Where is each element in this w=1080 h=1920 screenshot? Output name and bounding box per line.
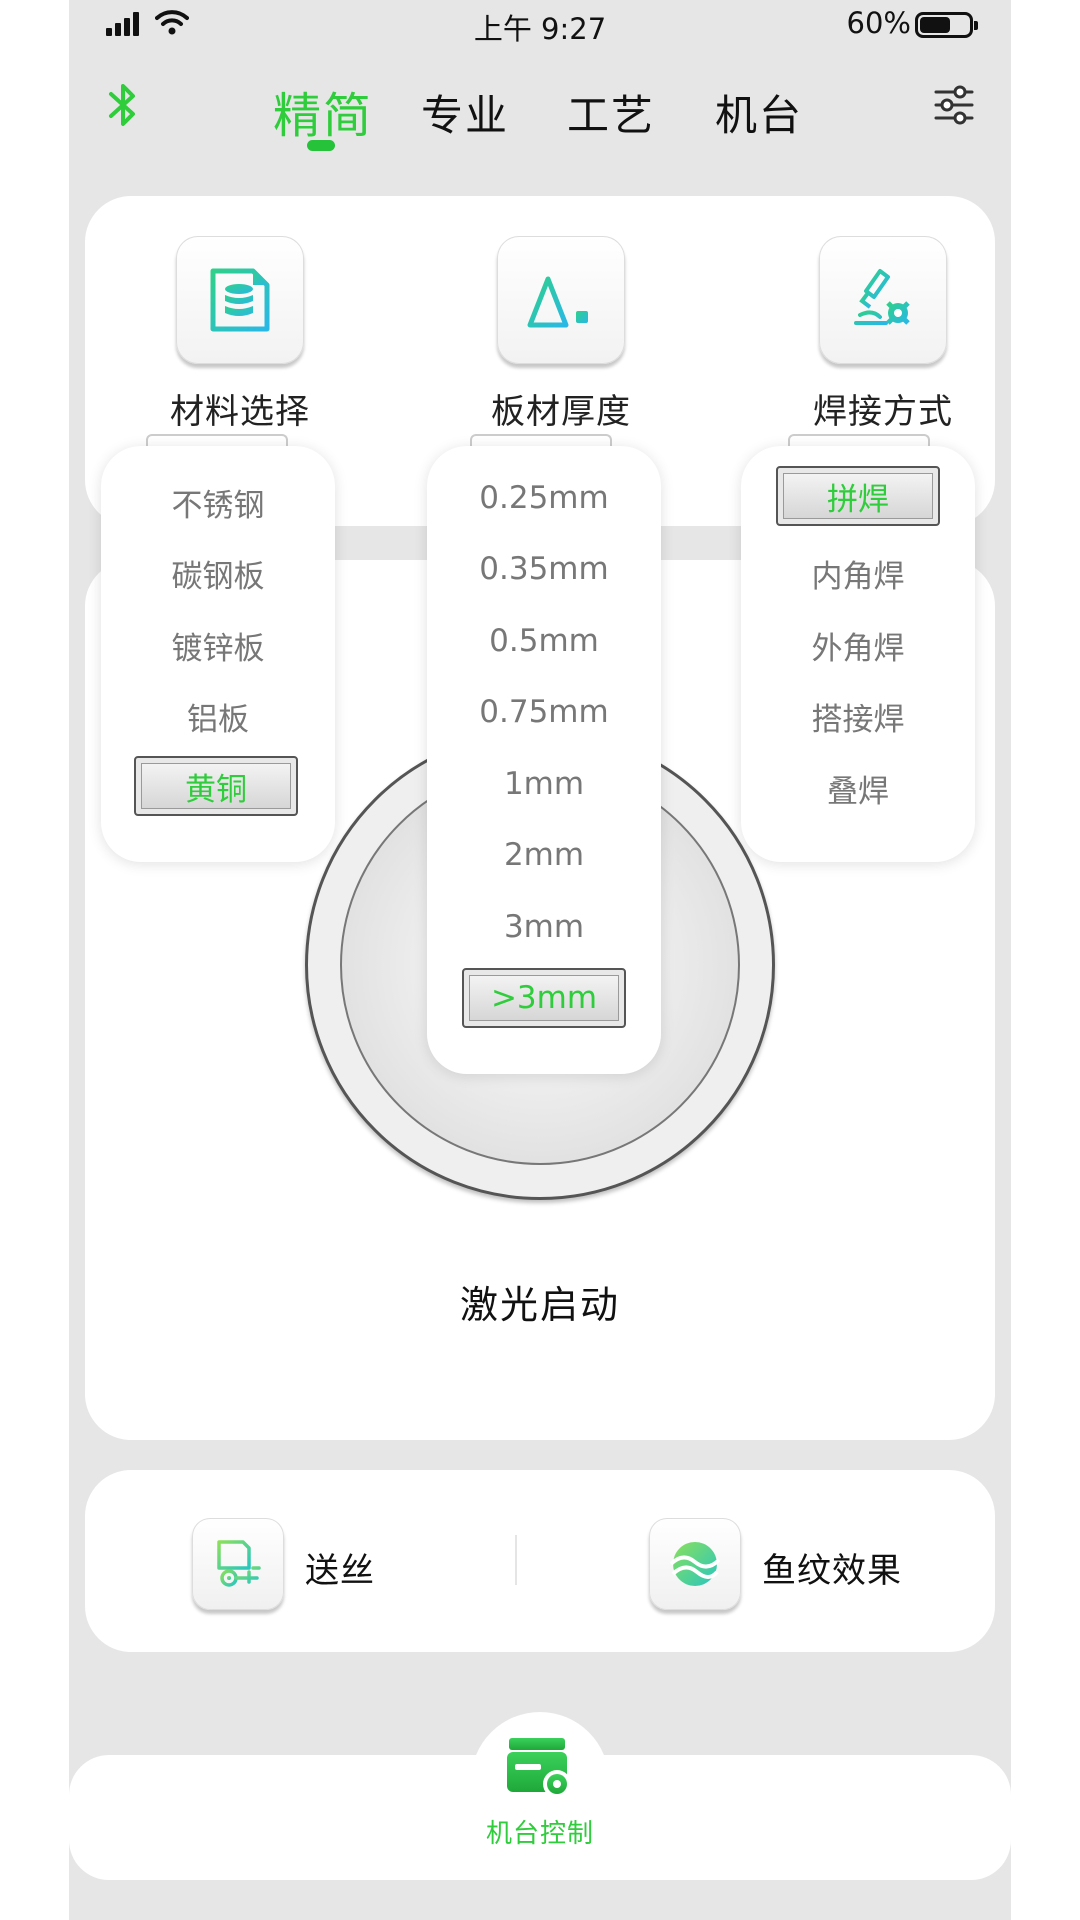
tab-simple[interactable]: 精简 (273, 76, 373, 146)
weld-option[interactable]: 外角焊 (741, 623, 975, 668)
thickness-option[interactable]: 0.5mm (427, 623, 661, 659)
weld-mode-select-button[interactable] (819, 236, 947, 364)
tab-machine[interactable]: 机台 (715, 82, 803, 143)
thickness-option[interactable]: 2mm (427, 837, 661, 873)
wire-feed-label: 送丝 (305, 1551, 375, 1591)
wire-feed-button[interactable] (192, 1518, 284, 1610)
fish-scale-wave-icon (669, 1542, 721, 1586)
fish-scale-label: 鱼纹效果 (762, 1551, 902, 1591)
bluetooth-icon[interactable] (103, 80, 143, 130)
thickness-select[interactable]: 板材厚度 (461, 236, 661, 433)
thickness-option[interactable]: 1mm (427, 766, 661, 802)
weld-option[interactable]: 内角焊 (741, 551, 975, 596)
thickness-dropdown: 0.25mm 0.35mm 0.5mm 0.75mm 1mm 2mm 3mm >… (427, 446, 661, 1074)
material-option[interactable]: 镀锌板 (101, 623, 335, 668)
weld-mode-select[interactable]: 焊接方式 (783, 236, 983, 433)
active-tab-indicator (307, 140, 335, 151)
laser-start-label: 激光启动 (459, 1283, 620, 1327)
thickness-option[interactable]: 0.75mm (427, 694, 661, 730)
thickness-select-button[interactable] (497, 236, 625, 364)
triangle-ruler-icon (526, 273, 596, 328)
material-option-selected[interactable]: 黄铜 (134, 756, 298, 816)
weld-mode-dropdown: 拼焊 内角焊 外角焊 搭接焊 叠焊 (741, 446, 975, 862)
thickness-option[interactable]: 0.35mm (427, 551, 661, 587)
weld-option-selected[interactable]: 拼焊 (776, 466, 940, 526)
status-bar: 上午 9:27 60% (69, 0, 1011, 50)
material-select[interactable]: 材料选择 (140, 236, 340, 433)
database-document-icon (210, 268, 270, 332)
divider (515, 1535, 517, 1585)
material-option[interactable]: 不锈钢 (101, 480, 335, 525)
tab-process[interactable]: 工艺 (567, 82, 655, 143)
fish-scale-button[interactable] (649, 1518, 741, 1610)
weld-option[interactable]: 叠焊 (741, 766, 975, 811)
material-option[interactable]: 铝板 (101, 694, 335, 739)
welding-torch-gear-icon (854, 269, 912, 327)
app-screen: 上午 9:27 60% 精简 专业 工艺 机台 材料选择 板材厚度 焊接方式 激… (69, 0, 1011, 1920)
thickness-option[interactable]: 3mm (427, 909, 661, 945)
thickness-select-label: 板材厚度 (491, 392, 631, 432)
top-nav: 精简 专业 工艺 机台 (69, 60, 1011, 160)
machine-control-label[interactable]: 机台控制 (69, 1813, 1011, 1850)
thickness-option[interactable]: 0.25mm (427, 480, 661, 516)
battery-icon (915, 12, 978, 38)
machine-control-icon[interactable] (505, 1736, 575, 1802)
material-option[interactable]: 碳钢板 (101, 551, 335, 596)
material-select-button[interactable] (176, 236, 304, 364)
wire-feed-icon (217, 1540, 261, 1587)
thickness-option-selected[interactable]: >3mm (462, 968, 626, 1028)
tab-professional[interactable]: 专业 (421, 82, 509, 143)
weld-option[interactable]: 搭接焊 (741, 694, 975, 739)
material-select-label: 材料选择 (170, 392, 310, 432)
weld-mode-select-label: 焊接方式 (813, 392, 953, 432)
settings-sliders-icon[interactable] (933, 84, 975, 126)
battery-percent: 60% (846, 6, 911, 40)
material-dropdown: 不锈钢 碳钢板 镀锌板 铝板 黄铜 (101, 446, 335, 862)
